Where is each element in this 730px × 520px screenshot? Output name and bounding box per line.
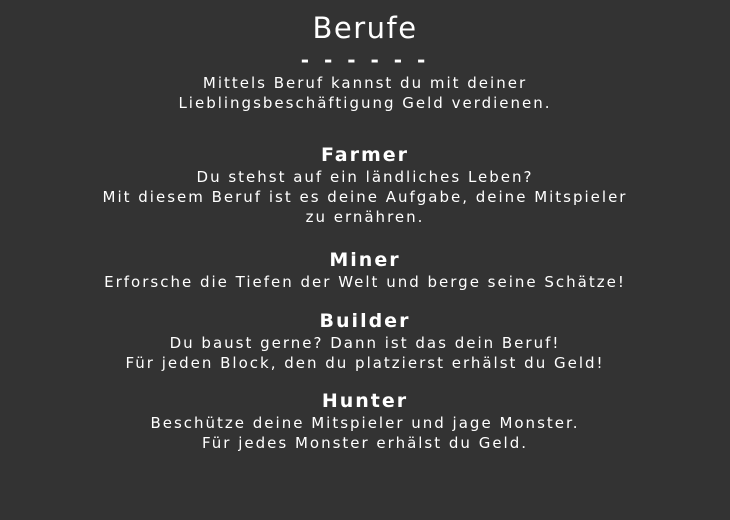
intro-text: Mittels Beruf kannst du mit deiner Liebl… xyxy=(0,73,730,113)
job-section-builder: Builder Du baust gerne? Dann ist das dei… xyxy=(0,309,730,373)
job-description-line: zu ernähren. xyxy=(305,208,425,226)
job-description-line: Du baust gerne? Dann ist das dein Beruf! xyxy=(169,334,561,352)
page-title: Berufe xyxy=(312,11,418,45)
intro-line: Mittels Beruf kannst du mit deiner xyxy=(202,74,528,92)
job-description-line: Du stehst auf ein ländliches Leben? xyxy=(196,168,534,186)
job-section-farmer: Farmer Du stehst auf ein ländliches Lebe… xyxy=(0,143,730,227)
intro-line: Lieblingsbeschäftigung Geld verdienen. xyxy=(178,94,552,112)
job-title-miner: Miner xyxy=(329,249,401,271)
job-description-line: Für jedes Monster erhälst du Geld. xyxy=(201,434,529,452)
job-title-hunter: Hunter xyxy=(321,390,409,412)
job-description-line: Mit diesem Beruf ist es deine Aufgabe, d… xyxy=(102,188,628,206)
title-divider: - - - - - - xyxy=(300,48,430,72)
job-title-farmer: Farmer xyxy=(320,144,410,166)
job-section-hunter: Hunter Beschütze deine Mitspieler und ja… xyxy=(0,389,730,453)
job-title-builder: Builder xyxy=(319,310,411,332)
job-section-miner: Miner Erforsche die Tiefen der Welt und … xyxy=(0,248,730,292)
job-description-line: Für jeden Block, den du platzierst erhäl… xyxy=(125,354,605,372)
job-description-line: Erforsche die Tiefen der Welt und berge … xyxy=(104,273,626,291)
job-description-line: Beschütze deine Mitspieler und jage Mons… xyxy=(150,414,580,432)
